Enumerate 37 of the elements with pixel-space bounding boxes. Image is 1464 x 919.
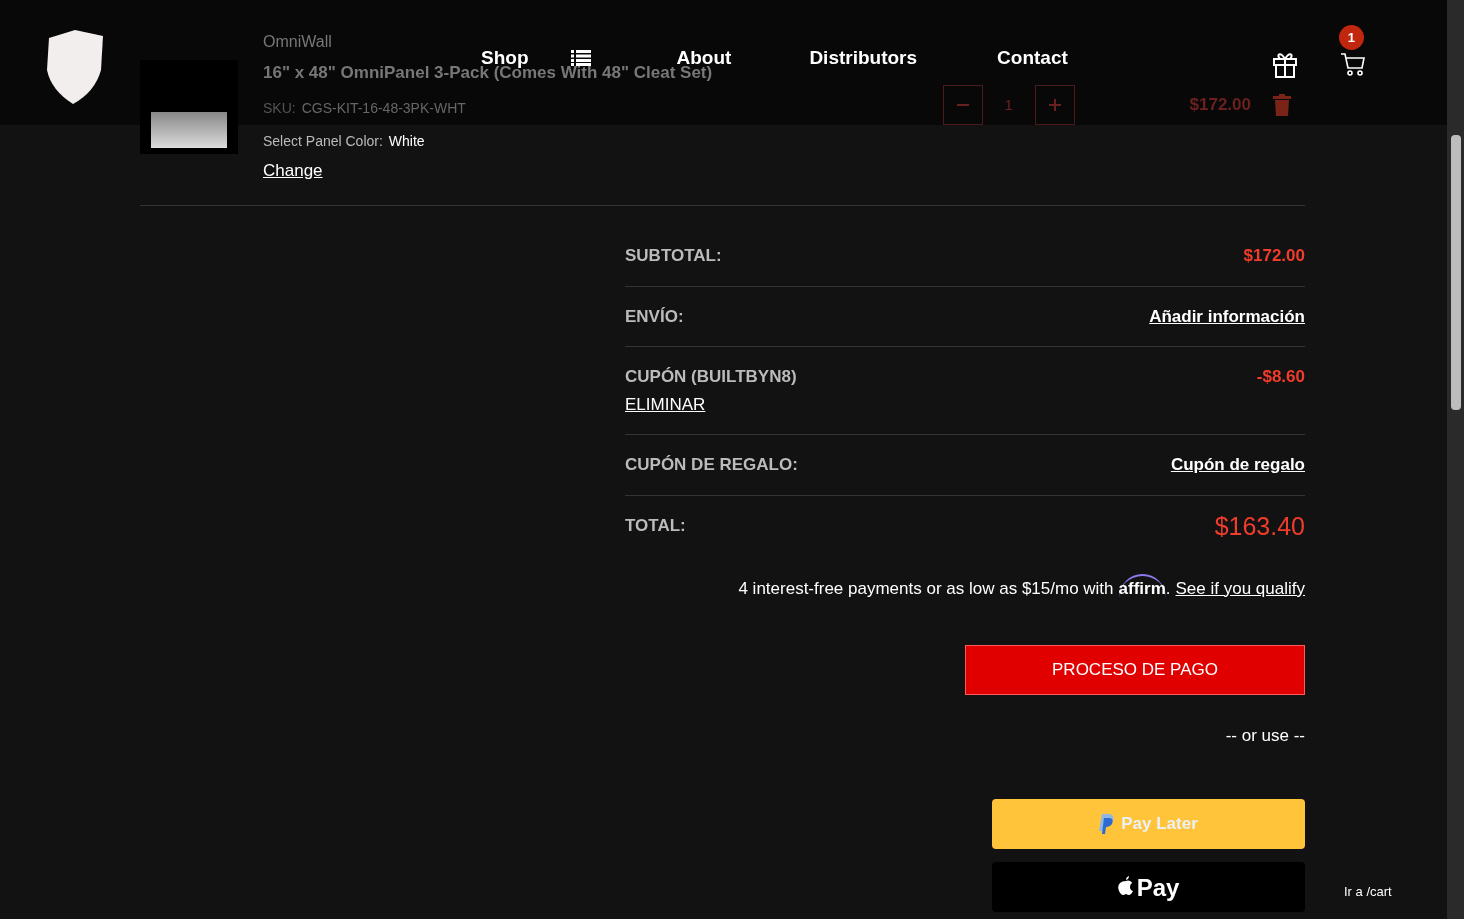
period-text: . bbox=[1165, 577, 1171, 600]
minus-icon bbox=[956, 104, 969, 106]
sku-label: SKU: bbox=[263, 98, 296, 118]
apple-icon bbox=[1117, 875, 1134, 895]
affirm-logo: affirm bbox=[1118, 573, 1166, 601]
color-label: Select Panel Color: bbox=[263, 131, 383, 151]
shield-logo-icon[interactable] bbox=[45, 30, 105, 104]
summary-label: ENVÍO: bbox=[625, 305, 684, 328]
status-url-text: Ir a /cart bbox=[1344, 883, 1392, 901]
item-price: $172.00 bbox=[1189, 94, 1251, 117]
or-use-text: -- or use -- bbox=[1225, 725, 1305, 747]
checkout-button[interactable]: PROCESO DE PAGO bbox=[965, 645, 1305, 695]
summary-value: -$8.60 bbox=[1256, 366, 1305, 388]
nav-link[interactable]: Distributors bbox=[809, 43, 918, 73]
color-value: White bbox=[388, 131, 425, 151]
gift-icon[interactable] bbox=[1271, 50, 1298, 78]
quantity-value: 1 bbox=[1003, 94, 1014, 115]
summary-link[interactable]: Cupón de regalo bbox=[1170, 452, 1305, 478]
total-value: $163.40 bbox=[1214, 512, 1305, 539]
cart-icon[interactable] bbox=[1339, 51, 1366, 77]
summary-value: $172.00 bbox=[1243, 245, 1305, 267]
plus-icon bbox=[1048, 99, 1061, 111]
list-icon[interactable] bbox=[570, 50, 591, 66]
summary-label: TOTAL: bbox=[625, 514, 686, 537]
change-link[interactable]: Change bbox=[263, 157, 713, 183]
remove-coupon-link[interactable]: ELIMINAR bbox=[625, 391, 797, 417]
apple-pay-button[interactable]: Pay bbox=[992, 861, 1305, 912]
summary-label: CUPÓN (BUILTBYN8) bbox=[625, 366, 797, 388]
sku-value: CGS-KIT-16-48-3PK-WHT bbox=[301, 98, 466, 118]
affirm-text: 4 interest-free payments or as low as $15/mo with bbox=[738, 577, 1114, 600]
summary-label: SUBTOTAL: bbox=[625, 245, 722, 267]
brand-name: OmniWall bbox=[263, 32, 333, 52]
paypal-icon bbox=[1099, 813, 1116, 834]
summary-label: CUPÓN DE REGALO: bbox=[625, 454, 798, 476]
summary-link[interactable]: Añadir información bbox=[1149, 303, 1305, 329]
nav-link[interactable]: Contact bbox=[997, 43, 1068, 73]
qualify-link[interactable]: See if you qualify bbox=[1175, 575, 1305, 601]
